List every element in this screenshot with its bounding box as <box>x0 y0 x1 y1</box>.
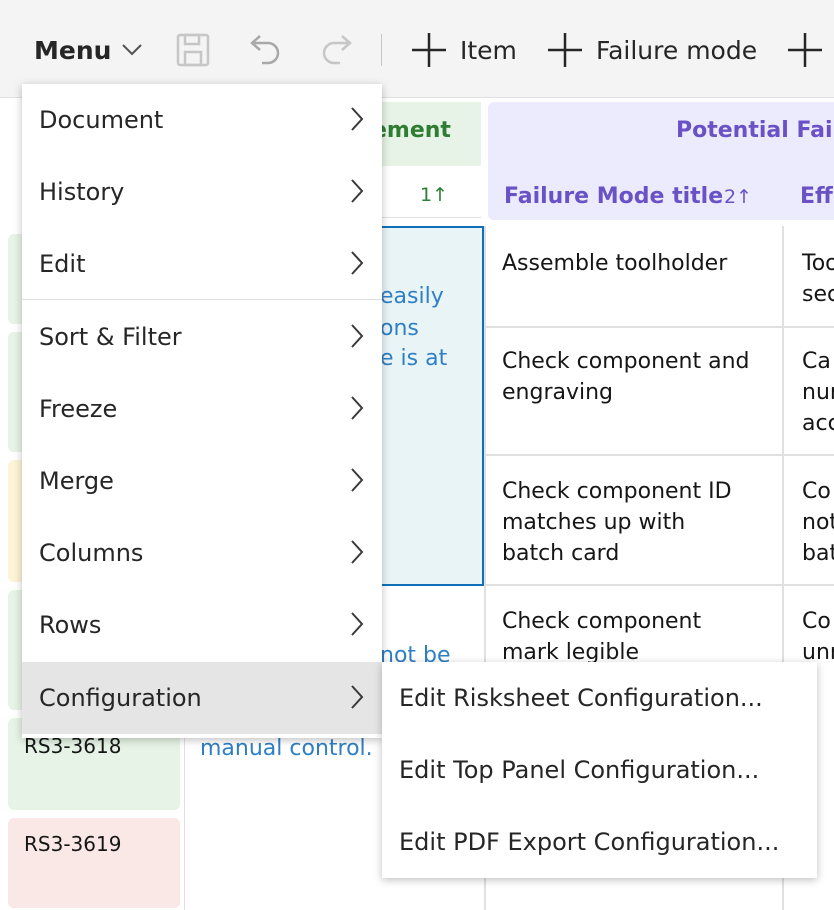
chevron-right-icon <box>350 611 364 643</box>
cell-line: matches up with <box>502 510 686 535</box>
cell-line: not <box>802 510 834 535</box>
redo-icon <box>320 32 354 68</box>
cell-line: Too <box>802 251 834 276</box>
row-divider <box>484 584 834 586</box>
menu-item-configuration[interactable]: Configuration <box>22 662 382 734</box>
chevron-right-icon <box>350 467 364 499</box>
submenu-item-label: Edit Risksheet Configuration... <box>399 684 763 712</box>
cell-line: Co <box>802 609 831 634</box>
failure-mode-title-header[interactable]: Failure Mode title <box>504 184 723 209</box>
requirement-text: ons <box>380 316 419 341</box>
chevron-right-icon <box>350 684 364 716</box>
menu-item-columns[interactable]: Columns <box>22 517 382 589</box>
plus-icon <box>546 31 584 69</box>
chevron-right-icon <box>350 395 364 427</box>
plus-icon <box>786 31 824 69</box>
cell-line: bat <box>802 541 834 566</box>
menu-item-label: Columns <box>39 539 144 567</box>
failure-mode-sort-indicator[interactable]: 2↑ <box>724 186 752 208</box>
menu-item-merge[interactable]: Merge <box>22 445 382 517</box>
cell-line: Assemble toolholder <box>502 251 728 276</box>
add-more-button[interactable] <box>786 30 824 70</box>
effect-cell[interactable]: Co not bat <box>802 476 834 569</box>
cell-line: Co <box>802 479 831 504</box>
requirement-text: e is at <box>380 346 448 371</box>
potential-failure-header-text: Potential Fail <box>676 118 834 143</box>
cell-line: Check component ID <box>502 479 732 504</box>
sort-ascending-icon: ↑ <box>736 186 753 208</box>
failure-mode-cell[interactable]: Check component ID matches up with batch… <box>502 476 778 569</box>
toolbar-divider <box>381 34 382 66</box>
configuration-submenu: Edit Risksheet Configuration... Edit Top… <box>382 662 817 878</box>
submenu-item-label: Edit PDF Export Configuration... <box>399 828 780 856</box>
submenu-item-edit-top-panel-configuration[interactable]: Edit Top Panel Configuration... <box>382 734 817 806</box>
sort-order-number: 1 <box>420 184 433 206</box>
sort-order-number: 2 <box>724 186 737 208</box>
redo-button[interactable] <box>320 30 354 70</box>
item-id: RS3-3619 <box>24 832 122 856</box>
save-button[interactable] <box>176 30 210 70</box>
menu-item-history[interactable]: History <box>22 156 382 228</box>
chevron-right-icon <box>350 539 364 571</box>
sort-ascending-icon: ↑ <box>432 184 449 206</box>
menu-button-label: Menu <box>34 35 112 65</box>
menu-item-rows[interactable]: Rows <box>22 589 382 661</box>
add-item-label: Item <box>460 35 517 65</box>
chevron-right-icon <box>350 250 364 282</box>
row-divider <box>484 326 834 328</box>
submenu-item-edit-pdf-export-configuration[interactable]: Edit PDF Export Configuration... <box>382 806 817 878</box>
menu-item-label: Freeze <box>39 395 118 423</box>
menu-item-label: History <box>39 178 125 206</box>
add-failure-mode-button[interactable]: Failure mode <box>546 30 757 70</box>
effect-header[interactable]: Eff <box>800 184 833 209</box>
menu-item-label: Configuration <box>39 684 202 712</box>
cell-line: Check component and <box>502 349 750 374</box>
save-icon <box>176 33 210 67</box>
cell-line: nur <box>802 380 834 405</box>
cell-line: batch card <box>502 541 620 566</box>
cell-line: Ca <box>802 349 831 374</box>
menu-item-label: Merge <box>39 467 114 495</box>
effect-cell[interactable]: Too sec <box>802 248 834 310</box>
cell-line: acc <box>802 411 834 436</box>
cell-line: engraving <box>502 380 614 405</box>
menu-item-document[interactable]: Document <box>22 84 382 156</box>
undo-button[interactable] <box>248 30 282 70</box>
requirement-text: easily <box>380 284 444 309</box>
add-failure-mode-label: Failure mode <box>596 35 758 65</box>
failure-mode-cell[interactable]: Check component and engraving <box>502 346 778 408</box>
failure-mode-cell[interactable]: Assemble toolholder <box>502 248 778 279</box>
menu-item-label: Rows <box>39 611 102 639</box>
menu-item-edit[interactable]: Edit <box>22 228 382 300</box>
failure-mode-cell[interactable]: Check component mark legible <box>502 606 778 668</box>
submenu-item-label: Edit Top Panel Configuration... <box>399 756 760 784</box>
menu-button[interactable]: Menu <box>34 30 143 70</box>
main-menu: Document History Edit Sort & Filter Free… <box>22 84 382 738</box>
requirement-sort-indicator[interactable]: 1↑ <box>420 184 448 206</box>
plus-icon <box>410 31 448 69</box>
row-divider <box>484 454 834 456</box>
menu-item-label: Sort & Filter <box>39 323 182 351</box>
effect-cell[interactable]: Ca nur acc <box>802 346 834 439</box>
menu-item-sort-filter[interactable]: Sort & Filter <box>22 301 382 373</box>
chevron-down-icon <box>121 43 143 57</box>
chevron-right-icon <box>350 178 364 210</box>
menu-divider <box>22 299 382 300</box>
cell-line: Check component <box>502 609 702 634</box>
cell-line: sec <box>802 282 834 307</box>
chevron-right-icon <box>350 323 364 355</box>
requirement-text: manual control. <box>200 736 373 761</box>
effect-cell[interactable]: Co unr <box>802 606 834 668</box>
add-item-button[interactable]: Item <box>410 30 517 70</box>
undo-icon <box>248 32 282 68</box>
menu-item-label: Document <box>39 106 164 134</box>
submenu-item-edit-risksheet-configuration[interactable]: Edit Risksheet Configuration... <box>382 662 817 734</box>
chevron-right-icon <box>350 106 364 138</box>
menu-item-label: Edit <box>39 250 86 278</box>
menu-item-freeze[interactable]: Freeze <box>22 373 382 445</box>
requirement-header-text: ement <box>372 118 451 143</box>
